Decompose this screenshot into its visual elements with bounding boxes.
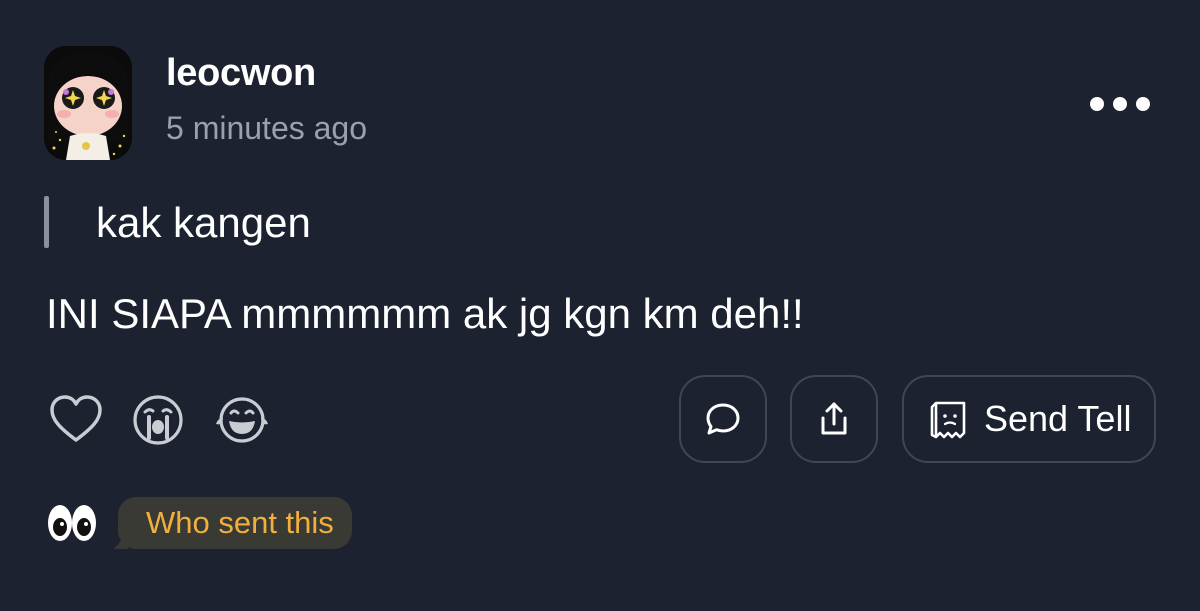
laughing-face-icon[interactable] (214, 394, 270, 446)
share-upload-icon (821, 402, 847, 435)
send-tell-button[interactable]: Send Tell (902, 375, 1156, 463)
send-tell-label: Send Tell (984, 398, 1132, 439)
more-dot (1113, 97, 1127, 111)
username[interactable]: leocwon (166, 52, 316, 95)
avatar-image (44, 46, 132, 160)
eyes-emoji-icon (46, 502, 98, 544)
reply-message: INI SIAPA mmmmmm ak jg kgn km deh!! (46, 290, 804, 337)
quoted-message: kak kangen (96, 199, 311, 246)
share-button[interactable] (790, 375, 878, 463)
who-sent-label: Who sent this (146, 505, 334, 540)
post-timestamp: 5 minutes ago (166, 110, 368, 146)
comment-button[interactable] (679, 375, 767, 463)
crying-face-icon[interactable] (132, 394, 184, 446)
more-dot (1090, 97, 1104, 111)
speech-bubble-icon (706, 403, 740, 435)
avatar[interactable] (44, 46, 132, 160)
more-dot (1136, 97, 1150, 111)
heart-outline-icon[interactable] (48, 392, 104, 448)
quote-bar (44, 196, 49, 248)
more-options-button[interactable] (1080, 82, 1160, 126)
who-sent-this-button[interactable]: Who sent this (114, 497, 352, 549)
paper-bag-icon (930, 401, 966, 439)
tell-post: leocwon 5 minutes ago kak kangen INI SIA… (0, 0, 1200, 611)
